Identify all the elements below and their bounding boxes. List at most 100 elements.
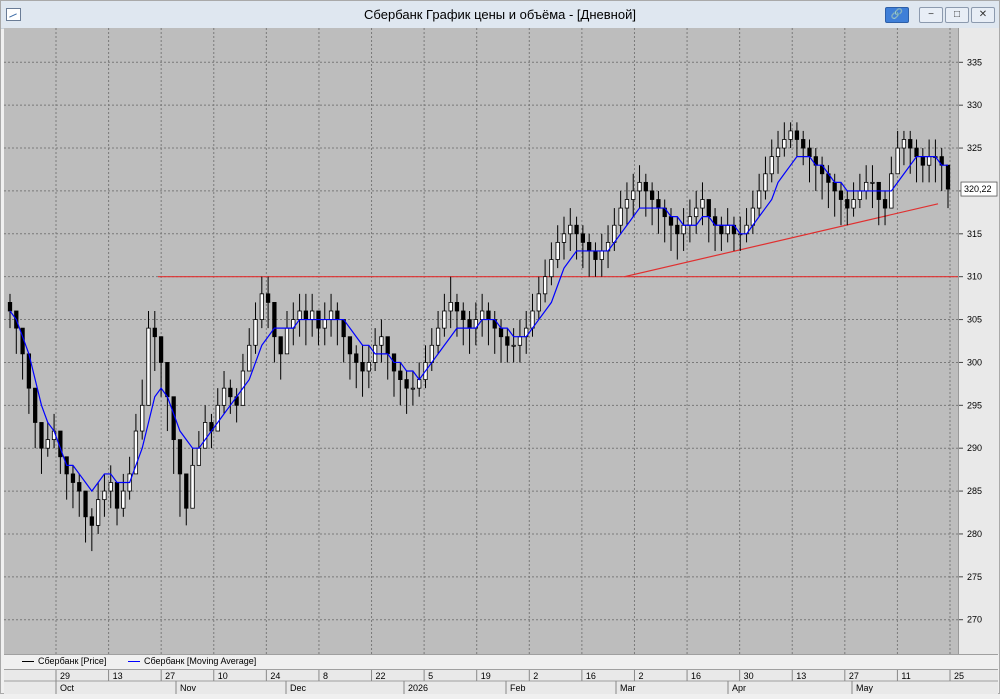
price-axis[interactable]: 2702752802852902953003053103153203253303… (958, 28, 999, 654)
candle-body[interactable] (649, 190, 655, 200)
candle-body[interactable] (190, 464, 195, 509)
candle-body[interactable] (253, 319, 258, 346)
candle-body[interactable] (45, 439, 50, 449)
candle-body[interactable] (152, 327, 157, 338)
candle-body[interactable] (165, 362, 170, 398)
candle-body[interactable] (706, 199, 711, 218)
candle-body[interactable] (121, 490, 126, 509)
candle-body[interactable] (177, 439, 183, 475)
candle-body[interactable] (864, 181, 869, 192)
candle-body[interactable] (221, 387, 227, 406)
date-axis[interactable]: 29 13 27 10 24 8 22 5 19 2 16 2 16 30 13 27 11 25 Oct Nov De… (4, 669, 998, 694)
candle-body[interactable] (505, 336, 510, 346)
candle-body[interactable] (140, 404, 145, 432)
candle-body[interactable] (668, 216, 674, 226)
price-chart[interactable] (4, 28, 958, 654)
candle-body[interactable] (486, 310, 491, 320)
candle-body[interactable] (33, 387, 38, 423)
candle-body[interactable] (945, 164, 951, 190)
candle-body[interactable] (96, 499, 101, 526)
candle-body[interactable] (870, 181, 875, 184)
title-bar[interactable]: Сбербанк График цены и объёма - [Дневной… (1, 1, 999, 29)
candle-body[interactable] (360, 362, 365, 372)
candle-body[interactable] (102, 490, 107, 501)
candle-body[interactable] (410, 387, 416, 390)
candle-body[interactable] (631, 190, 636, 200)
candle-body[interactable] (687, 216, 693, 226)
candle-body[interactable] (517, 336, 523, 346)
candle-body[interactable] (838, 190, 844, 200)
candle-body[interactable] (882, 199, 888, 209)
candle-body[interactable] (618, 207, 623, 226)
candle-body[interactable] (70, 473, 76, 483)
candle-body[interactable] (908, 139, 913, 149)
candle-body[interactable] (675, 224, 680, 235)
candle-body[interactable] (385, 336, 390, 355)
candle-body[interactable] (542, 276, 548, 295)
candle-body[interactable] (561, 233, 567, 243)
candle-body[interactable] (845, 199, 850, 209)
candle-body[interactable] (498, 327, 504, 338)
candle-body[interactable] (568, 224, 573, 235)
candle-body[interactable] (587, 241, 592, 252)
candle-body[interactable] (643, 181, 648, 192)
candle-body[interactable] (448, 302, 453, 312)
candle-body[interactable] (926, 156, 932, 166)
candle-body[interactable] (719, 224, 724, 235)
candle-body[interactable] (398, 370, 403, 380)
candle-body[interactable] (536, 293, 541, 312)
candle-body[interactable] (366, 362, 371, 372)
candle-body[interactable] (694, 207, 699, 218)
candle-body[interactable] (158, 336, 164, 363)
candle-body[interactable] (146, 327, 151, 406)
candle-body[interactable] (39, 422, 44, 449)
candle-body[interactable] (574, 224, 579, 235)
candle-body[interactable] (555, 241, 560, 260)
candle-body[interactable] (549, 259, 554, 278)
candle-body[interactable] (775, 147, 781, 158)
candle-body[interactable] (593, 250, 598, 260)
candle-body[interactable] (265, 293, 271, 303)
candle-body[interactable] (259, 293, 264, 320)
candle-body[interactable] (895, 147, 900, 175)
candle-body[interactable] (461, 310, 466, 320)
candle-body[interactable] (851, 199, 856, 209)
candle-body[interactable] (599, 250, 604, 260)
candle-body[interactable] (681, 224, 686, 235)
candle-body[interactable] (417, 379, 422, 389)
candle-body[interactable] (303, 310, 309, 320)
candle-body[interactable] (272, 302, 277, 338)
candle-body[interactable] (83, 490, 88, 518)
candle-body[interactable] (215, 404, 220, 432)
candle-body[interactable] (920, 156, 925, 166)
candle-body[interactable] (624, 199, 630, 209)
candle-body[interactable] (7, 302, 13, 312)
candle-body[interactable] (857, 190, 862, 200)
candle-body[interactable] (832, 181, 837, 192)
candle-body[interactable] (454, 302, 460, 312)
candle-body[interactable] (637, 181, 642, 192)
candle-body[interactable] (203, 422, 208, 449)
candle-body[interactable] (347, 336, 353, 355)
minimize-button[interactable]: − (919, 7, 943, 23)
candle-body[interactable] (310, 310, 315, 320)
close-button[interactable]: ✕ (971, 7, 995, 23)
candle-body[interactable] (901, 139, 907, 149)
candle-body[interactable] (247, 344, 252, 372)
candle-body[interactable] (196, 447, 201, 466)
candle-body[interactable] (297, 310, 302, 320)
candle-body[interactable] (757, 190, 762, 209)
candle-body[interactable] (278, 336, 283, 355)
pin-button[interactable]: 🔗 (885, 7, 909, 23)
candle-body[interactable] (184, 473, 189, 509)
candle-body[interactable] (725, 224, 730, 235)
plot-area[interactable] (4, 28, 958, 654)
candle-body[interactable] (108, 482, 113, 492)
candle-body[interactable] (328, 310, 334, 320)
candle-body[interactable] (769, 156, 774, 175)
candle-body[interactable] (788, 130, 793, 140)
candle-body[interactable] (77, 482, 82, 492)
maximize-button[interactable]: □ (945, 7, 969, 23)
candle-body[interactable] (467, 319, 472, 329)
candle-body[interactable] (782, 139, 787, 149)
